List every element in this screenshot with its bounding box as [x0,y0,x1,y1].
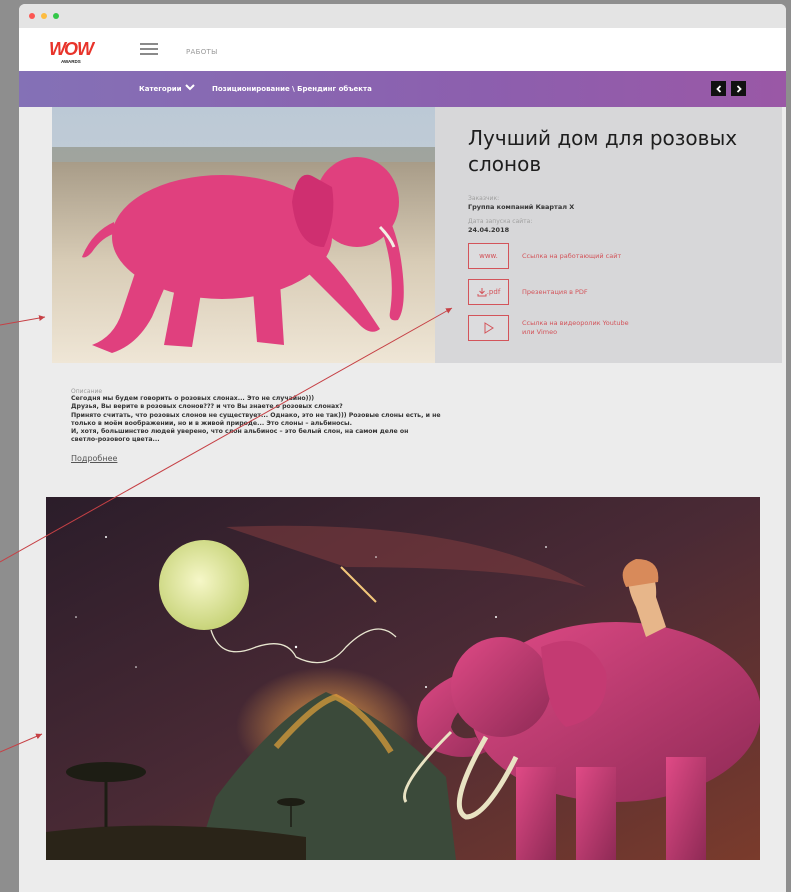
pink-elephant-photo [52,107,435,363]
nav-link-works[interactable]: РАБОТЫ [186,48,218,56]
category-bar: Категории Позиционирование \ Брендинг об… [19,71,786,107]
project-hero: Лучший дом для розовых слонов Заказчик: … [52,107,782,363]
chevron-right-icon [736,84,742,93]
site-header: W O W AWARDS РАБОТЫ [19,28,786,71]
pdf-link[interactable]: Презентация в PDF [522,288,588,297]
play-icon [484,322,494,334]
minimize-window-button[interactable] [41,13,47,19]
site-link-row[interactable]: www. Ссылка на работающий сайт [468,243,768,269]
description-label: Описание [71,388,103,395]
description-block: Описание Сегодня мы будем говорить о роз… [71,388,461,465]
description-line: Принято считать, что розовых слонов не с… [71,411,441,419]
launch-date-label: Дата запуска сайта: [468,218,533,225]
project-info: Лучший дом для розовых слонов Заказчик: … [468,125,768,341]
video-link[interactable]: Ссылка на видеоролик Youtube или Vimeo [522,319,629,337]
client-label: Заказчик: [468,195,500,202]
maximize-window-button[interactable] [53,13,59,19]
video-link-line1: Ссылка на видеоролик Youtube [522,319,629,327]
chevron-left-icon [715,84,721,93]
close-window-button[interactable] [29,13,35,19]
fantasy-elephant-image [46,497,760,860]
www-button[interactable]: www. [468,243,509,269]
chevron-down-icon[interactable] [185,83,195,91]
download-icon [477,287,487,296]
browser-window: W O W AWARDS РАБОТЫ Категории Позиционир… [19,4,786,892]
pdf-button[interactable]: .pdf [468,279,509,305]
video-link-line2: или Vimeo [522,328,558,336]
site-link[interactable]: Ссылка на работающий сайт [522,252,621,261]
category-label[interactable]: Категории [139,85,182,93]
description-line: И, хотя, большинство людей уверено, что … [71,428,409,436]
description-line: Друзья, Вы верите в розовых слонов??? и … [71,403,343,411]
video-button[interactable] [468,315,509,341]
category-path[interactable]: Позиционирование \ Брендинг объекта [212,85,372,93]
client-value: Группа компаний Квартал Х [468,203,575,211]
wow-awards-logo[interactable]: W O W AWARDS [47,36,95,66]
read-more-link[interactable]: Подробнее [71,454,117,463]
svg-text:AWARDS: AWARDS [61,59,81,64]
pdf-label: .pdf [486,288,501,296]
prev-project-button[interactable] [711,81,726,96]
menu-icon[interactable] [140,43,158,56]
window-titlebar [19,4,786,28]
svg-text:W: W [77,39,95,59]
description-line: светло-розового цвета... [71,436,160,444]
svg-text:O: O [64,39,78,59]
description-line: Сегодня мы будем говорить о розовых слон… [71,395,315,402]
description-line: только в моём воображении, но и в живой … [71,419,352,427]
next-project-button[interactable] [731,81,746,96]
launch-date-value: 24.04.2018 [468,226,510,234]
pdf-link-row[interactable]: .pdf Презентация в PDF [468,279,768,305]
video-link-row[interactable]: Ссылка на видеоролик Youtube или Vimeo [468,315,768,341]
project-title: Лучший дом для розовых слонов [468,126,738,176]
